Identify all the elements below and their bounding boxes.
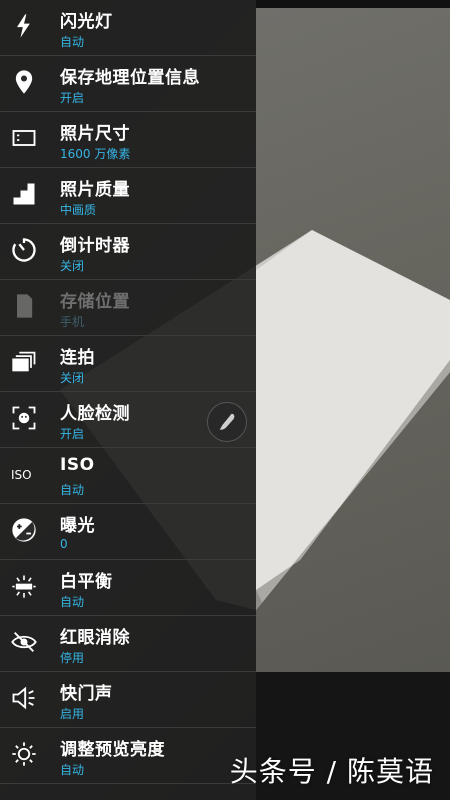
setting-value: 1600 万像素 bbox=[60, 147, 131, 161]
shutter-sound-icon bbox=[8, 682, 40, 714]
viewfinder-scene bbox=[256, 8, 450, 672]
setting-title: 保存地理位置信息 bbox=[60, 68, 200, 88]
setting-burst[interactable]: 连拍 关闭 bbox=[0, 336, 256, 392]
setting-red-eye-reduction[interactable]: 红眼消除 停用 bbox=[0, 616, 256, 672]
setting-value: 关闭 bbox=[60, 371, 85, 385]
setting-value: 停用 bbox=[60, 651, 85, 665]
setting-photo-size[interactable]: 照片尺寸 1600 万像素 bbox=[0, 112, 256, 168]
setting-value: 开启 bbox=[60, 91, 85, 105]
setting-iso[interactable]: ISO ISO 自动 bbox=[0, 448, 256, 504]
timer-icon bbox=[8, 234, 40, 266]
setting-white-balance[interactable]: 白平衡 自动 bbox=[0, 560, 256, 616]
camera-settings-drawer: 闪光灯 自动 保存地理位置信息 开启 照片尺寸 1600 万像素 照片质量 中画… bbox=[0, 0, 256, 800]
setting-title: 曝光 bbox=[60, 516, 95, 536]
setting-title: 红眼消除 bbox=[60, 628, 130, 648]
sd-card-icon bbox=[8, 290, 40, 322]
setting-geotag[interactable]: 保存地理位置信息 开启 bbox=[0, 56, 256, 112]
brightness-icon bbox=[8, 738, 40, 770]
setting-title: 连拍 bbox=[60, 348, 95, 368]
setting-value: 中画质 bbox=[60, 203, 97, 217]
brush-icon[interactable] bbox=[207, 402, 247, 442]
setting-title: 照片尺寸 bbox=[60, 124, 130, 144]
setting-title: ISO bbox=[60, 455, 95, 475]
photo-size-icon bbox=[8, 122, 40, 154]
setting-title: 快门声 bbox=[60, 684, 113, 704]
location-icon bbox=[8, 66, 40, 98]
viewfinder-edge bbox=[256, 0, 450, 8]
setting-value: 自动 bbox=[60, 763, 85, 777]
setting-shutter-sound[interactable]: 快门声 启用 bbox=[0, 672, 256, 728]
setting-value: 关闭 bbox=[60, 259, 85, 273]
setting-title: 存储位置 bbox=[60, 292, 130, 312]
setting-storage-location: 存储位置 手机 bbox=[0, 280, 256, 336]
exposure-icon bbox=[8, 514, 40, 546]
red-eye-icon bbox=[8, 626, 40, 658]
setting-title: 白平衡 bbox=[60, 572, 113, 592]
quality-icon bbox=[8, 178, 40, 210]
setting-preview-brightness[interactable]: 调整预览亮度 自动 bbox=[0, 728, 256, 784]
face-detect-icon bbox=[8, 402, 40, 434]
setting-flash[interactable]: 闪光灯 自动 bbox=[0, 0, 256, 56]
setting-value: 0 bbox=[60, 537, 68, 551]
flash-icon bbox=[8, 10, 40, 42]
iso-icon: ISO bbox=[8, 458, 40, 490]
setting-title: 倒计时器 bbox=[60, 236, 130, 256]
setting-photo-quality[interactable]: 照片质量 中画质 bbox=[0, 168, 256, 224]
watermark-text: 头条号 / 陈莫语 bbox=[229, 755, 434, 788]
svg-text:ISO: ISO bbox=[11, 468, 32, 482]
burst-icon bbox=[8, 346, 40, 378]
setting-countdown-timer[interactable]: 倒计时器 关闭 bbox=[0, 224, 256, 280]
setting-value: 自动 bbox=[60, 483, 85, 497]
setting-value: 开启 bbox=[60, 427, 85, 441]
white-balance-icon bbox=[8, 570, 40, 602]
setting-value: 自动 bbox=[60, 595, 85, 609]
setting-value: 手机 bbox=[60, 315, 85, 329]
setting-exposure[interactable]: 曝光 0 bbox=[0, 504, 256, 560]
setting-title: 人脸检测 bbox=[60, 404, 130, 424]
setting-title: 照片质量 bbox=[60, 180, 130, 200]
setting-title: 闪光灯 bbox=[60, 12, 113, 32]
setting-title: 调整预览亮度 bbox=[60, 740, 165, 760]
setting-value: 启用 bbox=[60, 707, 85, 721]
setting-value: 自动 bbox=[60, 35, 85, 49]
